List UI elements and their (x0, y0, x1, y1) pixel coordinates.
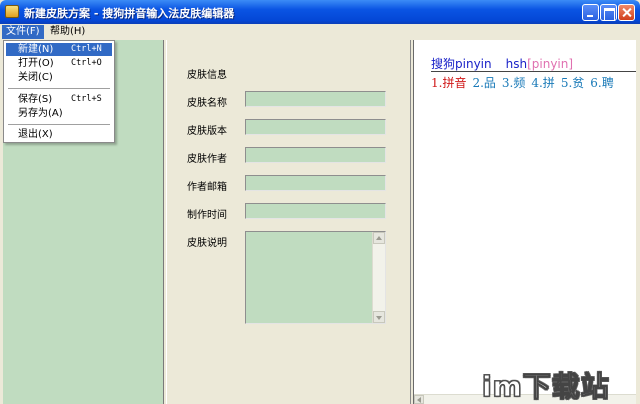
scroll-up-button[interactable] (373, 232, 385, 244)
candidate-1: 1.拼音 (431, 76, 467, 90)
creation-time-input[interactable] (245, 203, 386, 219)
close-button[interactable] (618, 4, 635, 21)
skin-description-label: 皮肤说明 (187, 238, 227, 249)
skin-preview-panel: 搜狗pinyin hsh[pinyin] 1.拼音 2.品 3.频 4.拼 5.贫 6.聘 (413, 40, 640, 404)
preview-candidates: 1.拼音 2.品 3.频 4.拼 5.贫 6.聘 (431, 74, 614, 91)
scroll-down-button[interactable] (373, 311, 385, 323)
menu-file[interactable]: 文件(F) (2, 25, 44, 39)
window-title: 新建皮肤方案 - 搜狗拼音输入法皮肤编辑器 (24, 7, 235, 20)
menu-close[interactable]: 关闭(C) (6, 71, 112, 84)
menu-save[interactable]: 保存(S) Ctrl+S (6, 93, 112, 106)
skin-author-input[interactable] (245, 147, 386, 163)
section-title: 皮肤信息 (187, 70, 227, 81)
menu-new-shortcut: Ctrl+N (71, 44, 102, 54)
creation-time-label: 制作时间 (187, 210, 227, 221)
candidate-2: 2.品 (472, 76, 496, 90)
menu-bar: 文件(F) 帮助(H) (0, 24, 640, 40)
arrow-left-icon (417, 397, 421, 403)
skin-name-input[interactable] (245, 91, 386, 107)
skin-version-input[interactable] (245, 119, 386, 135)
preview-divider (431, 71, 640, 72)
skin-description-textarea[interactable] (245, 231, 386, 324)
menu-help[interactable]: 帮助(H) (46, 25, 89, 39)
menu-open[interactable]: 打开(O) Ctrl+O (6, 57, 112, 70)
minimize-button[interactable] (582, 4, 599, 21)
candidate-5: 5.贫 (560, 76, 585, 90)
menu-new[interactable]: 新建(N) Ctrl+N (6, 43, 112, 56)
preview-code-hint: [pinyin] (527, 57, 574, 71)
file-menu-dropdown: 新建(N) Ctrl+N 打开(O) Ctrl+O 关闭(C) 保存(S) Ct… (3, 40, 115, 143)
description-scrollbar[interactable] (372, 232, 385, 323)
preview-pinyin: pinyin (455, 57, 492, 71)
menu-separator (8, 124, 110, 125)
menu-save-shortcut: Ctrl+S (71, 94, 102, 104)
menu-open-shortcut: Ctrl+O (71, 58, 102, 68)
candidate-4: 4.拼 (531, 76, 555, 90)
preview-input-line: 搜狗pinyin hsh[pinyin] (431, 55, 573, 72)
site-watermark: im下载站 (482, 370, 610, 404)
skin-info-panel: 皮肤信息 皮肤名称 皮肤版本 皮肤作者 作者邮箱 制作时间 皮肤说明 (166, 40, 411, 404)
author-email-label: 作者邮箱 (187, 182, 227, 193)
skin-name-label: 皮肤名称 (187, 98, 227, 109)
skin-author-label: 皮肤作者 (187, 154, 227, 165)
menu-open-label: 打开(O) (18, 58, 54, 69)
app-icon (5, 5, 19, 18)
menu-save-as-label: 另存为(A) (18, 108, 63, 119)
title-bar: 新建皮肤方案 - 搜狗拼音输入法皮肤编辑器 (0, 0, 640, 24)
candidate-3: 3.频 (501, 76, 526, 90)
maximize-button[interactable] (600, 4, 617, 21)
candidate-6: 6.聘 (590, 76, 614, 90)
menu-new-label: 新建(N) (18, 44, 54, 55)
arrow-up-icon (376, 236, 382, 240)
window-right-border (636, 40, 640, 404)
arrow-down-icon (376, 316, 382, 320)
author-email-input[interactable] (245, 175, 386, 191)
scroll-left-button[interactable] (414, 395, 424, 404)
menu-save-label: 保存(S) (18, 94, 53, 105)
menu-exit-label: 退出(X) (18, 129, 53, 140)
skin-version-label: 皮肤版本 (187, 126, 227, 137)
menu-separator (8, 88, 110, 89)
menu-exit[interactable]: 退出(X) (6, 128, 112, 141)
menu-save-as[interactable]: 另存为(A) (6, 107, 112, 120)
menu-close-label: 关闭(C) (18, 72, 53, 83)
preview-brand: 搜狗 (431, 57, 456, 71)
preview-code: hsh (505, 57, 528, 71)
